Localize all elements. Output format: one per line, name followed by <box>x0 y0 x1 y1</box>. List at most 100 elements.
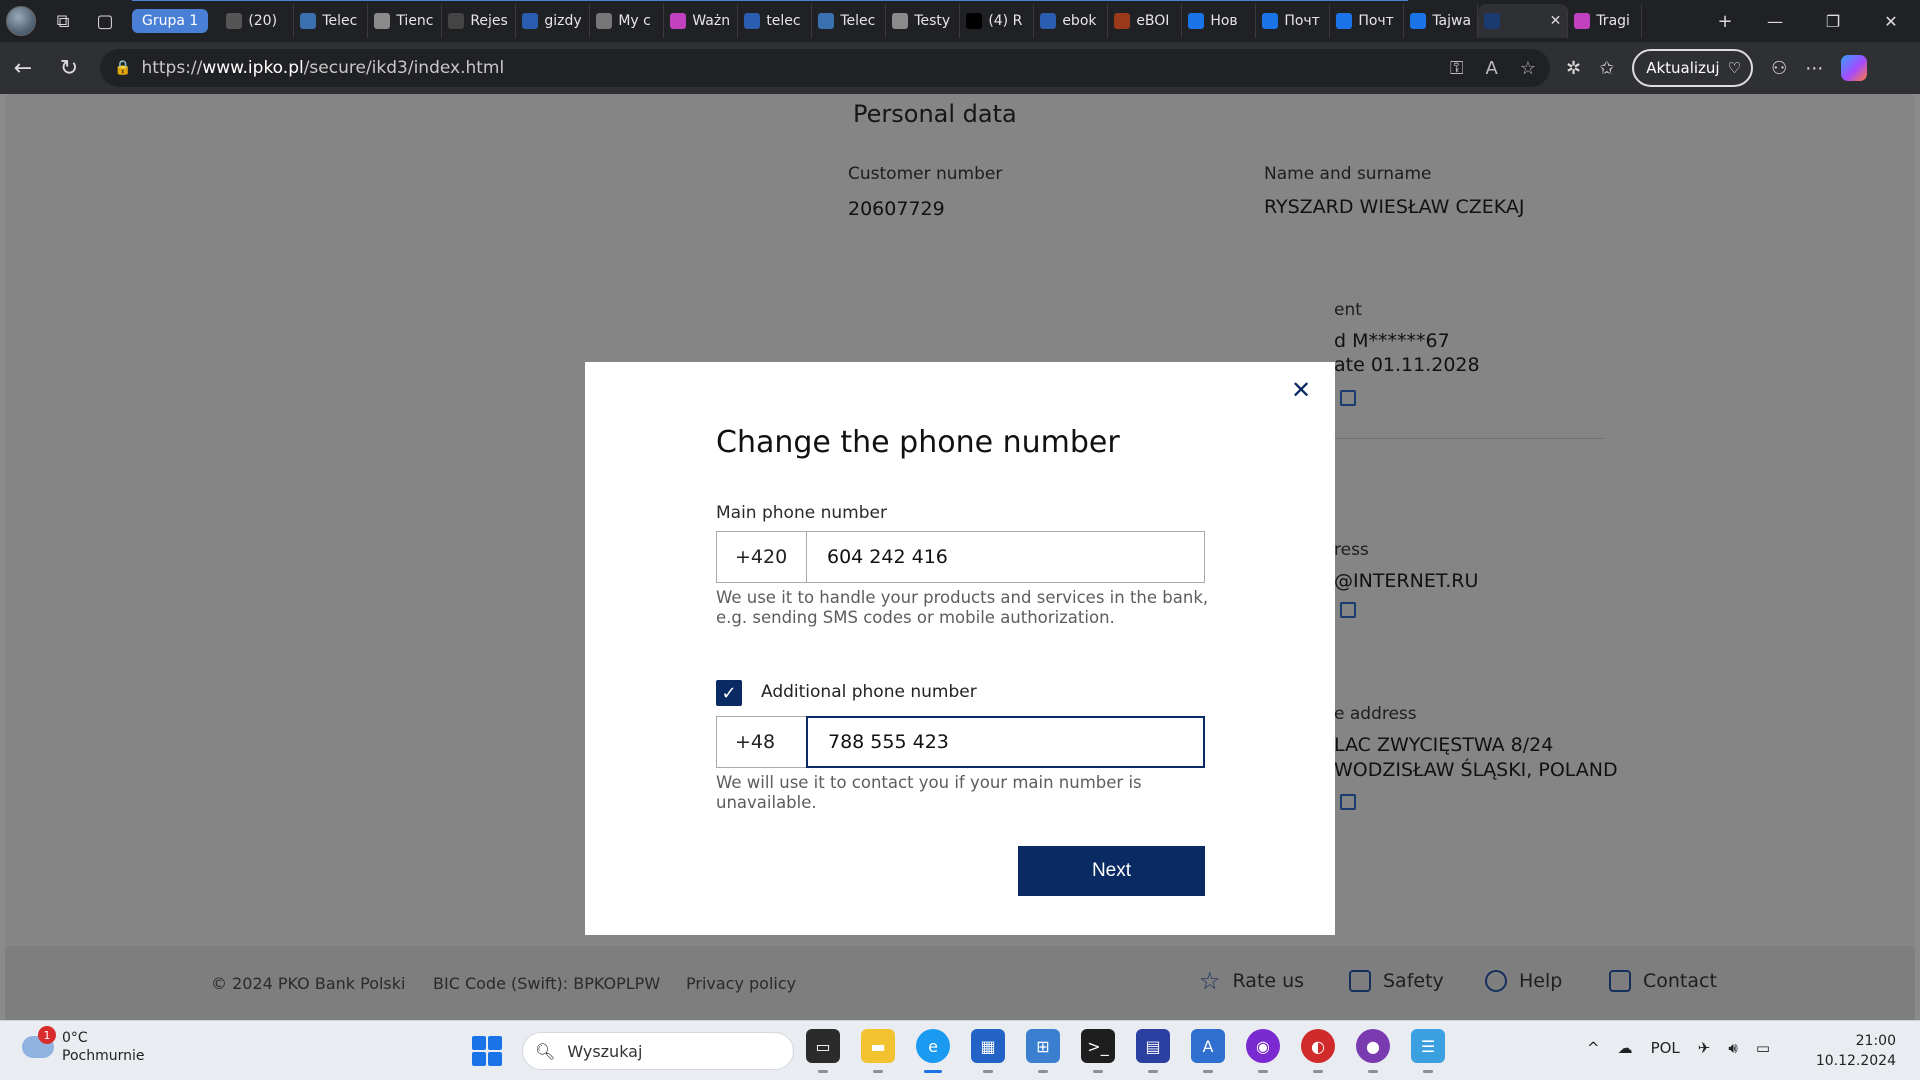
browser-tab[interactable]: (4) R <box>960 4 1035 38</box>
browser-tab[interactable]: ebok <box>1034 4 1109 38</box>
url-field[interactable]: 🔒 https://www.ipko.pl/secure/ikd3/index.… <box>100 49 1550 87</box>
file-explorer-icon[interactable]: ▬ <box>861 1029 895 1073</box>
close-window-icon[interactable]: ✕ <box>1862 0 1920 42</box>
tab-label: telec <box>766 13 801 29</box>
close-icon[interactable]: ✕ <box>1287 376 1315 404</box>
clock[interactable]: 21:00 10.12.2024 <box>1816 1031 1896 1071</box>
browser-tab[interactable]: Ważn <box>664 4 739 38</box>
tab-label: My c <box>618 13 651 29</box>
back-icon[interactable]: ← <box>0 56 46 81</box>
x-icon <box>966 13 983 29</box>
refresh-icon[interactable]: ↻ <box>46 56 92 81</box>
heart-icon: ♡ <box>1727 59 1742 77</box>
edit-document-icon[interactable] <box>1340 390 1356 406</box>
edit-email-icon[interactable] <box>1340 602 1356 618</box>
browser-tab[interactable]: (20) <box>220 4 295 38</box>
additional-phone-prefix[interactable]: +48 <box>716 716 806 768</box>
workspaces-icon[interactable]: ⧉ <box>42 0 84 42</box>
minimize-icon[interactable]: — <box>1746 0 1804 42</box>
rate-us-link[interactable]: ☆ Rate us <box>1199 969 1304 993</box>
browser-toolbar: ✲ ✩ Aktualizuj ♡ ⚇ ⋯ <box>1566 49 1868 87</box>
save-app-icon[interactable]: ▤ <box>1136 1029 1170 1073</box>
terminal-icon[interactable]: >_ <box>1081 1029 1115 1073</box>
browser-tab[interactable]: Testy <box>886 4 961 38</box>
main-phone-label: Main phone number <box>716 503 887 523</box>
browser-tab[interactable]: gizdy <box>516 4 591 38</box>
checkmark-icon: ✓ <box>721 682 737 704</box>
taskbar-search[interactable]: 🔍︎ Wyszukaj <box>522 1032 794 1070</box>
weather-widget[interactable]: 1 0°C Pochmurnie <box>22 1026 144 1065</box>
main-phone-hint: We use it to handle your products and se… <box>716 588 1209 627</box>
additional-phone-label[interactable]: Additional phone number <box>761 682 977 702</box>
tab-actions-icon[interactable]: ▢ <box>84 0 126 42</box>
browser-tab[interactable]: Почт <box>1330 4 1405 38</box>
extensions-icon[interactable]: ✲ <box>1566 58 1581 79</box>
copilot-icon[interactable] <box>1841 55 1868 81</box>
onedrive-icon[interactable]: ☁ <box>1618 1039 1633 1057</box>
more-icon[interactable]: ⋯ <box>1805 58 1823 79</box>
network-tool-icon[interactable]: ⊞ <box>1026 1029 1060 1073</box>
browser-tab[interactable]: Tajwa <box>1404 4 1479 38</box>
email-value: @INTERNET.RU <box>1334 570 1479 592</box>
butterfly-icon <box>670 13 687 29</box>
weather-text: 0°C Pochmurnie <box>62 1029 144 1065</box>
windows-taskbar: 1 0°C Pochmurnie 🔍︎ Wyszukaj ▭ ▬ e ▦ ⊞ >_… <box>0 1020 1920 1080</box>
task-view-icon[interactable]: ▭ <box>806 1029 840 1073</box>
tab-group-label[interactable]: Grupa 1 <box>132 0 1414 33</box>
browser-tab[interactable]: telec <box>738 4 813 38</box>
new-tab-button[interactable]: + <box>1704 0 1746 42</box>
browser-tab[interactable]: ✕ <box>1478 4 1569 38</box>
network-icon <box>818 13 835 29</box>
anydesk-icon[interactable]: ◐ <box>1301 1029 1335 1073</box>
privacy-policy-link[interactable]: Privacy policy <box>686 974 796 993</box>
close-tab-icon[interactable]: ✕ <box>1550 13 1562 29</box>
tab-label: Telec <box>322 13 358 29</box>
browser-tab[interactable]: Tragi <box>1568 4 1643 38</box>
additional-phone-input[interactable]: 788 555 423 <box>806 716 1205 768</box>
read-aloud-icon[interactable]: A <box>1486 58 1498 79</box>
help-link[interactable]: Help <box>1485 970 1562 992</box>
battery-icon[interactable]: ▭ <box>1756 1039 1770 1057</box>
browser-tab[interactable]: Tienc <box>368 4 443 38</box>
browser-tab[interactable]: Rejes <box>442 4 517 38</box>
store-icon[interactable]: ▦ <box>971 1029 1005 1073</box>
next-button[interactable]: Next <box>1018 846 1205 896</box>
key-icon[interactable]: ⚿ <box>1450 58 1464 79</box>
favorites-icon[interactable]: ✩ <box>1599 58 1614 79</box>
profile-button[interactable] <box>0 0 42 42</box>
language-indicator[interactable]: POL <box>1651 1039 1680 1057</box>
tor-icon[interactable]: ◉ <box>1246 1029 1280 1073</box>
safety-link[interactable]: Safety <box>1349 970 1444 992</box>
time: 21:00 <box>1855 1033 1896 1049</box>
edit-address-icon[interactable] <box>1340 794 1356 810</box>
browser-tab[interactable]: Нов <box>1182 4 1257 38</box>
volume-icon[interactable]: 🔊︎ <box>1728 1039 1737 1057</box>
main-phone-prefix[interactable]: +420 <box>716 531 806 583</box>
network-icon <box>300 13 317 29</box>
profile-switch-icon[interactable]: ⚇ <box>1771 58 1787 79</box>
search-icon <box>1040 13 1057 29</box>
browser-tab[interactable]: Telec <box>812 4 887 38</box>
github-icon[interactable]: ● <box>1356 1029 1390 1073</box>
main-phone-input[interactable]: 604 242 416 <box>806 531 1205 583</box>
edge-icon[interactable]: e <box>916 1029 950 1073</box>
azure-icon[interactable]: A <box>1191 1029 1225 1073</box>
bic-code: BIC Code (Swift): BPKOPLPW <box>433 974 661 993</box>
start-button[interactable] <box>472 1036 502 1066</box>
favorite-star-icon[interactable]: ☆ <box>1520 58 1536 79</box>
browser-tab[interactable]: Почт <box>1256 4 1331 38</box>
airplane-icon[interactable]: ✈ <box>1698 1039 1711 1057</box>
additional-phone-checkbox[interactable]: ✓ <box>716 680 742 706</box>
browser-tab[interactable]: eBOI <box>1108 4 1183 38</box>
update-button[interactable]: Aktualizuj ♡ <box>1632 49 1754 87</box>
additional-phone-hint: We will use it to contact you if your ma… <box>716 773 1142 812</box>
start-tile <box>488 1036 502 1050</box>
contact-link[interactable]: Contact <box>1609 970 1717 992</box>
browser-tab[interactable]: My c <box>590 4 665 38</box>
restore-icon[interactable]: ❐ <box>1804 0 1862 42</box>
chevron-up-icon[interactable]: ^ <box>1587 1039 1600 1057</box>
document-expiry: ate 01.11.2028 <box>1334 354 1480 376</box>
divider <box>1335 438 1603 439</box>
notepad-icon[interactable]: ☰ <box>1411 1029 1445 1073</box>
browser-tab[interactable]: Telec <box>294 4 369 38</box>
